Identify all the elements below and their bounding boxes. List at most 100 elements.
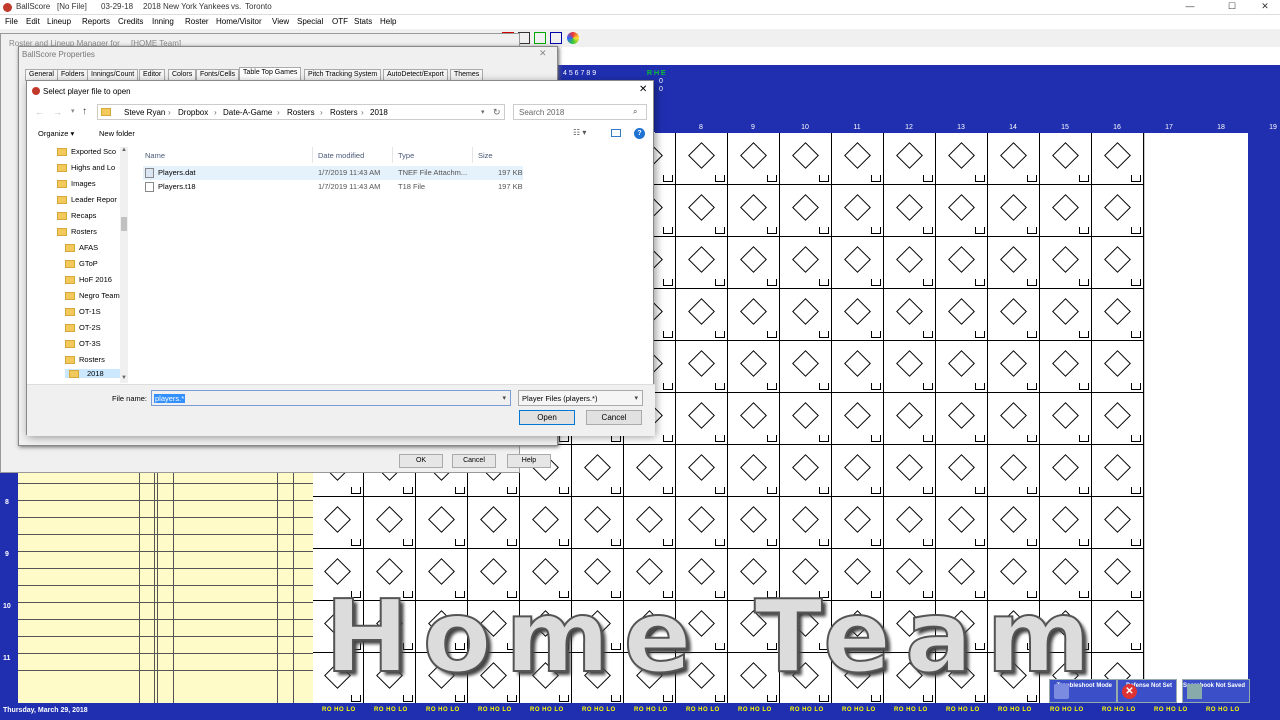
toolbar-color-wheel-icon[interactable] [567, 32, 579, 44]
scorecard-cell[interactable] [676, 445, 728, 497]
preview-pane-icon[interactable] [611, 129, 621, 137]
breadcrumb-2018[interactable]: 2018 [370, 108, 388, 117]
scorecard-cell[interactable] [728, 185, 780, 237]
menu-file[interactable]: File [5, 17, 18, 26]
scorecard-cell[interactable] [884, 445, 936, 497]
file-type-filter[interactable]: Player Files (players.*) ▾ [518, 390, 643, 406]
scorecard-cell[interactable] [728, 445, 780, 497]
scorecard-cell[interactable] [988, 289, 1040, 341]
menu-reports[interactable]: Reports [82, 17, 110, 26]
scorecard-cell[interactable] [884, 289, 936, 341]
breadcrumb-date-a-game[interactable]: Date-A-Game [223, 108, 272, 117]
forward-arrow-icon[interactable]: → [53, 107, 62, 117]
scroll-up-icon[interactable]: ▲ [121, 147, 127, 153]
scorecard-cell[interactable] [936, 445, 988, 497]
scorecard-cell[interactable] [1040, 237, 1092, 289]
column-type[interactable]: Type [398, 151, 414, 160]
scorecard-cell[interactable] [936, 497, 988, 549]
scorecard-cell[interactable] [936, 185, 988, 237]
scorecard-cell[interactable] [676, 497, 728, 549]
scorecard-cell[interactable] [416, 497, 468, 549]
file-name-input[interactable]: players.* ▾ [151, 390, 511, 406]
toolbar-green-icon[interactable] [534, 32, 546, 44]
scorecard-cell[interactable] [832, 393, 884, 445]
scorecard-cell[interactable] [676, 185, 728, 237]
scorecard-cell[interactable] [780, 237, 832, 289]
scorecard-cell[interactable] [676, 133, 728, 185]
scorecard-cell[interactable] [832, 341, 884, 393]
scorebook-not-saved-button[interactable]: Scorebook Not Saved [1182, 679, 1250, 703]
scorecard-cell[interactable] [936, 237, 988, 289]
scorecard-cell[interactable] [728, 341, 780, 393]
scorecard-cell[interactable] [572, 445, 624, 497]
toolbar-blue-icon[interactable] [550, 32, 562, 44]
scorecard-cell[interactable] [1040, 341, 1092, 393]
help-icon[interactable]: ? [634, 128, 645, 139]
scorecard-cell[interactable] [936, 289, 988, 341]
scorecard-cell[interactable] [988, 237, 1040, 289]
scorecard-cell[interactable] [1092, 393, 1144, 445]
scorecard-cell[interactable] [884, 341, 936, 393]
troubleshoot-mode-button[interactable]: Troubleshoot Mode [1049, 679, 1117, 703]
back-arrow-icon[interactable]: ← [35, 107, 44, 117]
scorecard-cell[interactable] [1040, 133, 1092, 185]
file-row[interactable]: Players.dat 1/7/2019 11:43 AM TNEF File … [143, 166, 523, 180]
nav-scrollbar[interactable]: ▲ ▼ [120, 147, 128, 383]
scorecard-cell[interactable] [520, 497, 572, 549]
scorecard-cell[interactable] [676, 341, 728, 393]
new-folder-button[interactable]: New folder [99, 129, 135, 138]
scorecard-cell[interactable] [832, 133, 884, 185]
scorecard-cell[interactable] [624, 497, 676, 549]
recent-dropdown-icon[interactable]: ▾ [71, 107, 75, 115]
scorecard-cell[interactable] [884, 393, 936, 445]
properties-close-icon[interactable]: ✕ [539, 48, 547, 59]
search-input[interactable]: Search 2018 [513, 104, 647, 120]
scorecard-cell[interactable] [1092, 133, 1144, 185]
view-options-icon[interactable]: ☷ ▾ [573, 128, 586, 137]
scorecard-cell[interactable] [1092, 237, 1144, 289]
scorecard-cell[interactable] [1040, 445, 1092, 497]
column-size[interactable]: Size [478, 151, 493, 160]
scorecard-cell[interactable] [728, 393, 780, 445]
scorecard-cell[interactable] [676, 393, 728, 445]
menu-help[interactable]: Help [380, 17, 396, 26]
breadcrumb-dropbox[interactable]: Dropbox [178, 108, 208, 117]
breadcrumb-rosters-2[interactable]: Rosters [330, 108, 358, 117]
scorecard-cell[interactable] [780, 393, 832, 445]
scorecard-cell[interactable] [988, 341, 1040, 393]
nav-item[interactable]: Exported Sco [57, 147, 125, 156]
nav-item[interactable]: Rosters [57, 227, 125, 236]
scorecard-cell[interactable] [780, 445, 832, 497]
scorecard-cell[interactable] [936, 341, 988, 393]
scorecard-cell[interactable] [1092, 341, 1144, 393]
properties-help-button[interactable]: Help [507, 454, 551, 468]
up-arrow-icon[interactable]: ↑ [82, 106, 87, 117]
maximize-icon[interactable]: ☐ [1217, 1, 1247, 13]
scorecard-cell[interactable] [728, 133, 780, 185]
menu-view[interactable]: View [272, 17, 289, 26]
menu-edit[interactable]: Edit [26, 17, 40, 26]
scorecard-cell[interactable] [884, 185, 936, 237]
scorecard-cell[interactable] [884, 497, 936, 549]
scorecard-cell[interactable] [832, 497, 884, 549]
ok-button[interactable]: OK [399, 454, 443, 468]
scorecard-cell[interactable] [832, 289, 884, 341]
nav-item[interactable]: Highs and Lo [57, 163, 125, 172]
scorecard-cell[interactable] [520, 445, 572, 497]
scorecard-cell[interactable] [832, 185, 884, 237]
breadcrumb-rosters[interactable]: Rosters [287, 108, 315, 117]
scorecard-cell[interactable] [1092, 497, 1144, 549]
scorecard-cell[interactable] [572, 497, 624, 549]
scorecard-cell[interactable] [884, 133, 936, 185]
column-date-modified[interactable]: Date modified [318, 151, 364, 160]
scorecard-cell[interactable] [728, 289, 780, 341]
minimize-icon[interactable]: — [1175, 1, 1205, 13]
scorecard-cell[interactable] [780, 185, 832, 237]
cancel-button[interactable]: Cancel [586, 410, 642, 425]
close-icon[interactable]: ✕ [1250, 1, 1280, 13]
menu-home-visitor[interactable]: Home/Visitor [216, 17, 262, 26]
scorecard-cell[interactable] [1092, 185, 1144, 237]
menu-lineup[interactable]: Lineup [47, 17, 71, 26]
menu-inning[interactable]: Inning [152, 17, 174, 26]
scorecard-cell[interactable] [1040, 289, 1092, 341]
